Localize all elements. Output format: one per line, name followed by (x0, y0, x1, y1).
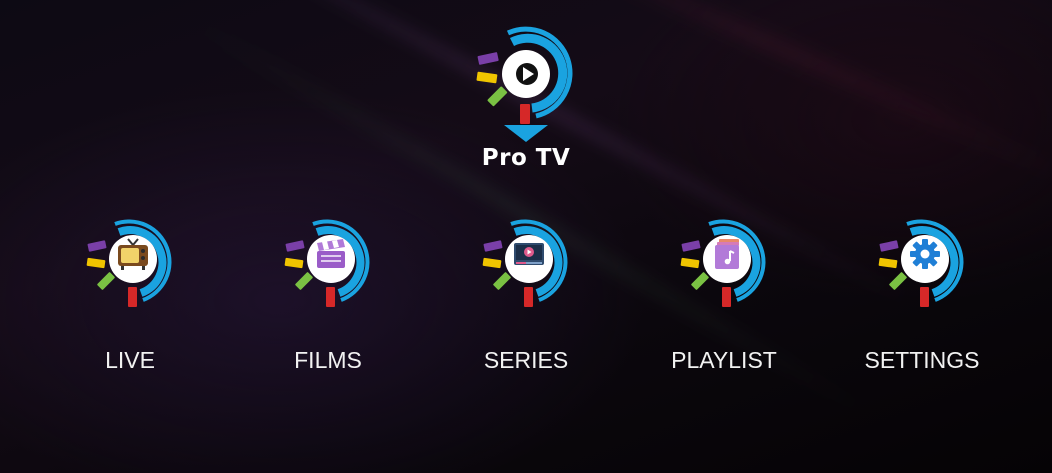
menu-item-playlist[interactable]: PLAYLIST (644, 214, 804, 378)
films-icon-badge (283, 214, 383, 314)
gear-icon (910, 239, 940, 269)
menu-item-films[interactable]: FILMS (248, 214, 408, 378)
series-icon-badge (481, 214, 581, 314)
menu-label-playlist: PLAYLIST (671, 347, 777, 373)
clapperboard-icon (317, 239, 345, 268)
music-playlist-icon (715, 239, 739, 269)
menu-label-live: LIVE (105, 347, 155, 373)
app-name: Pro TV (481, 145, 571, 171)
playlist-icon-badge (679, 214, 779, 314)
video-player-icon (514, 243, 544, 265)
pro-tv-logo-icon (476, 26, 573, 142)
menu-label-settings: SETTINGS (864, 347, 980, 373)
app-logo: Pro TV (474, 24, 578, 174)
menu-item-live[interactable]: LIVE (50, 214, 210, 378)
settings-icon-badge (877, 214, 977, 314)
tv-icon (118, 238, 148, 270)
menu-label-series: SERIES (483, 347, 569, 373)
menu-item-settings[interactable]: SETTINGS (842, 214, 1002, 378)
live-icon-badge (85, 214, 185, 314)
menu-label-films: FILMS (294, 347, 362, 373)
menu-item-series[interactable]: SERIES (446, 214, 606, 378)
